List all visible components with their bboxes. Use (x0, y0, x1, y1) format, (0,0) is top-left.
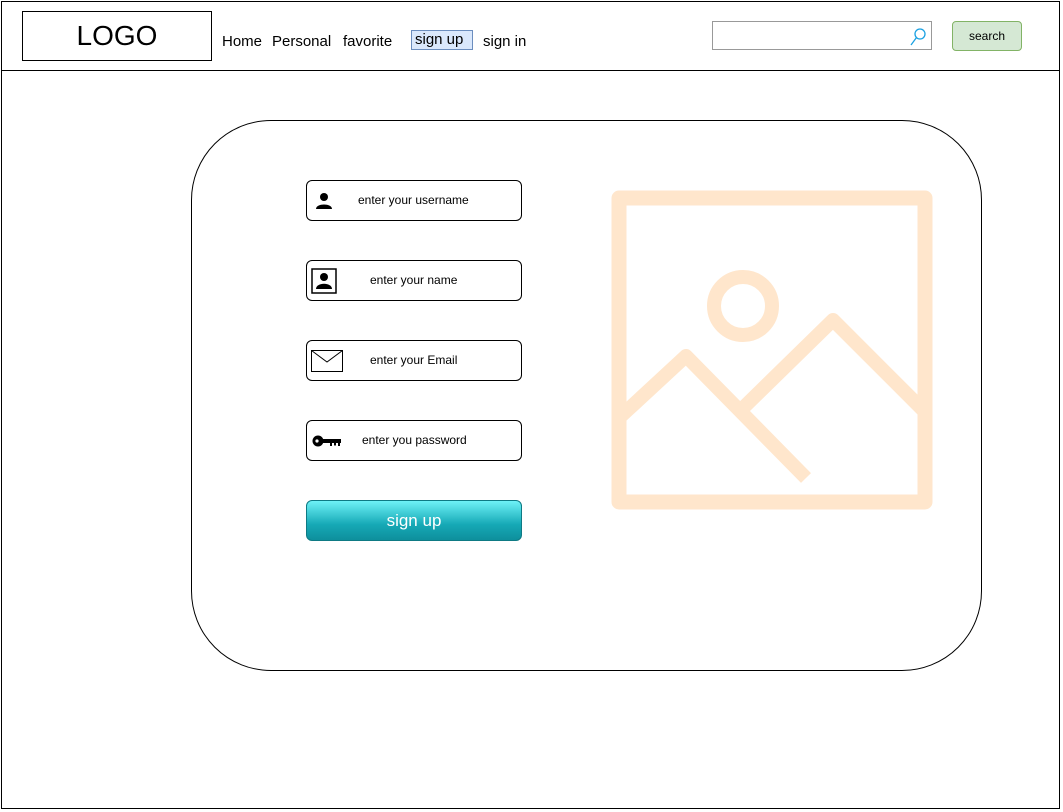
nav-sign-up[interactable]: sign up (411, 30, 473, 50)
key-icon (312, 435, 341, 446)
logo[interactable]: LOGO (22, 11, 212, 61)
user-icon (316, 192, 332, 209)
nav-home[interactable]: Home (222, 32, 262, 52)
user-card-icon (311, 267, 337, 294)
search-input[interactable] (712, 21, 932, 50)
username-placeholder: enter your username (358, 193, 469, 207)
magnifier-icon[interactable] (909, 27, 927, 47)
envelope-icon (311, 349, 343, 372)
nav-sign-in[interactable]: sign in (483, 32, 526, 52)
search-button[interactable]: search (952, 21, 1022, 51)
email-placeholder: enter your Email (370, 353, 458, 367)
name-field[interactable]: enter your name (306, 260, 522, 301)
name-placeholder: enter your name (370, 273, 458, 287)
password-placeholder: enter you password (362, 433, 467, 447)
signup-button[interactable]: sign up (306, 500, 522, 541)
nav-favorite[interactable]: favorite (343, 32, 392, 52)
username-field[interactable]: enter your username (306, 180, 522, 221)
image-icon (611, 190, 933, 510)
password-field[interactable]: enter you password (306, 420, 522, 461)
header: LOGO Home Personal favorite sign up sign… (1, 1, 1060, 71)
nav-personal[interactable]: Personal (272, 32, 331, 52)
email-field[interactable]: enter your Email (306, 340, 522, 381)
